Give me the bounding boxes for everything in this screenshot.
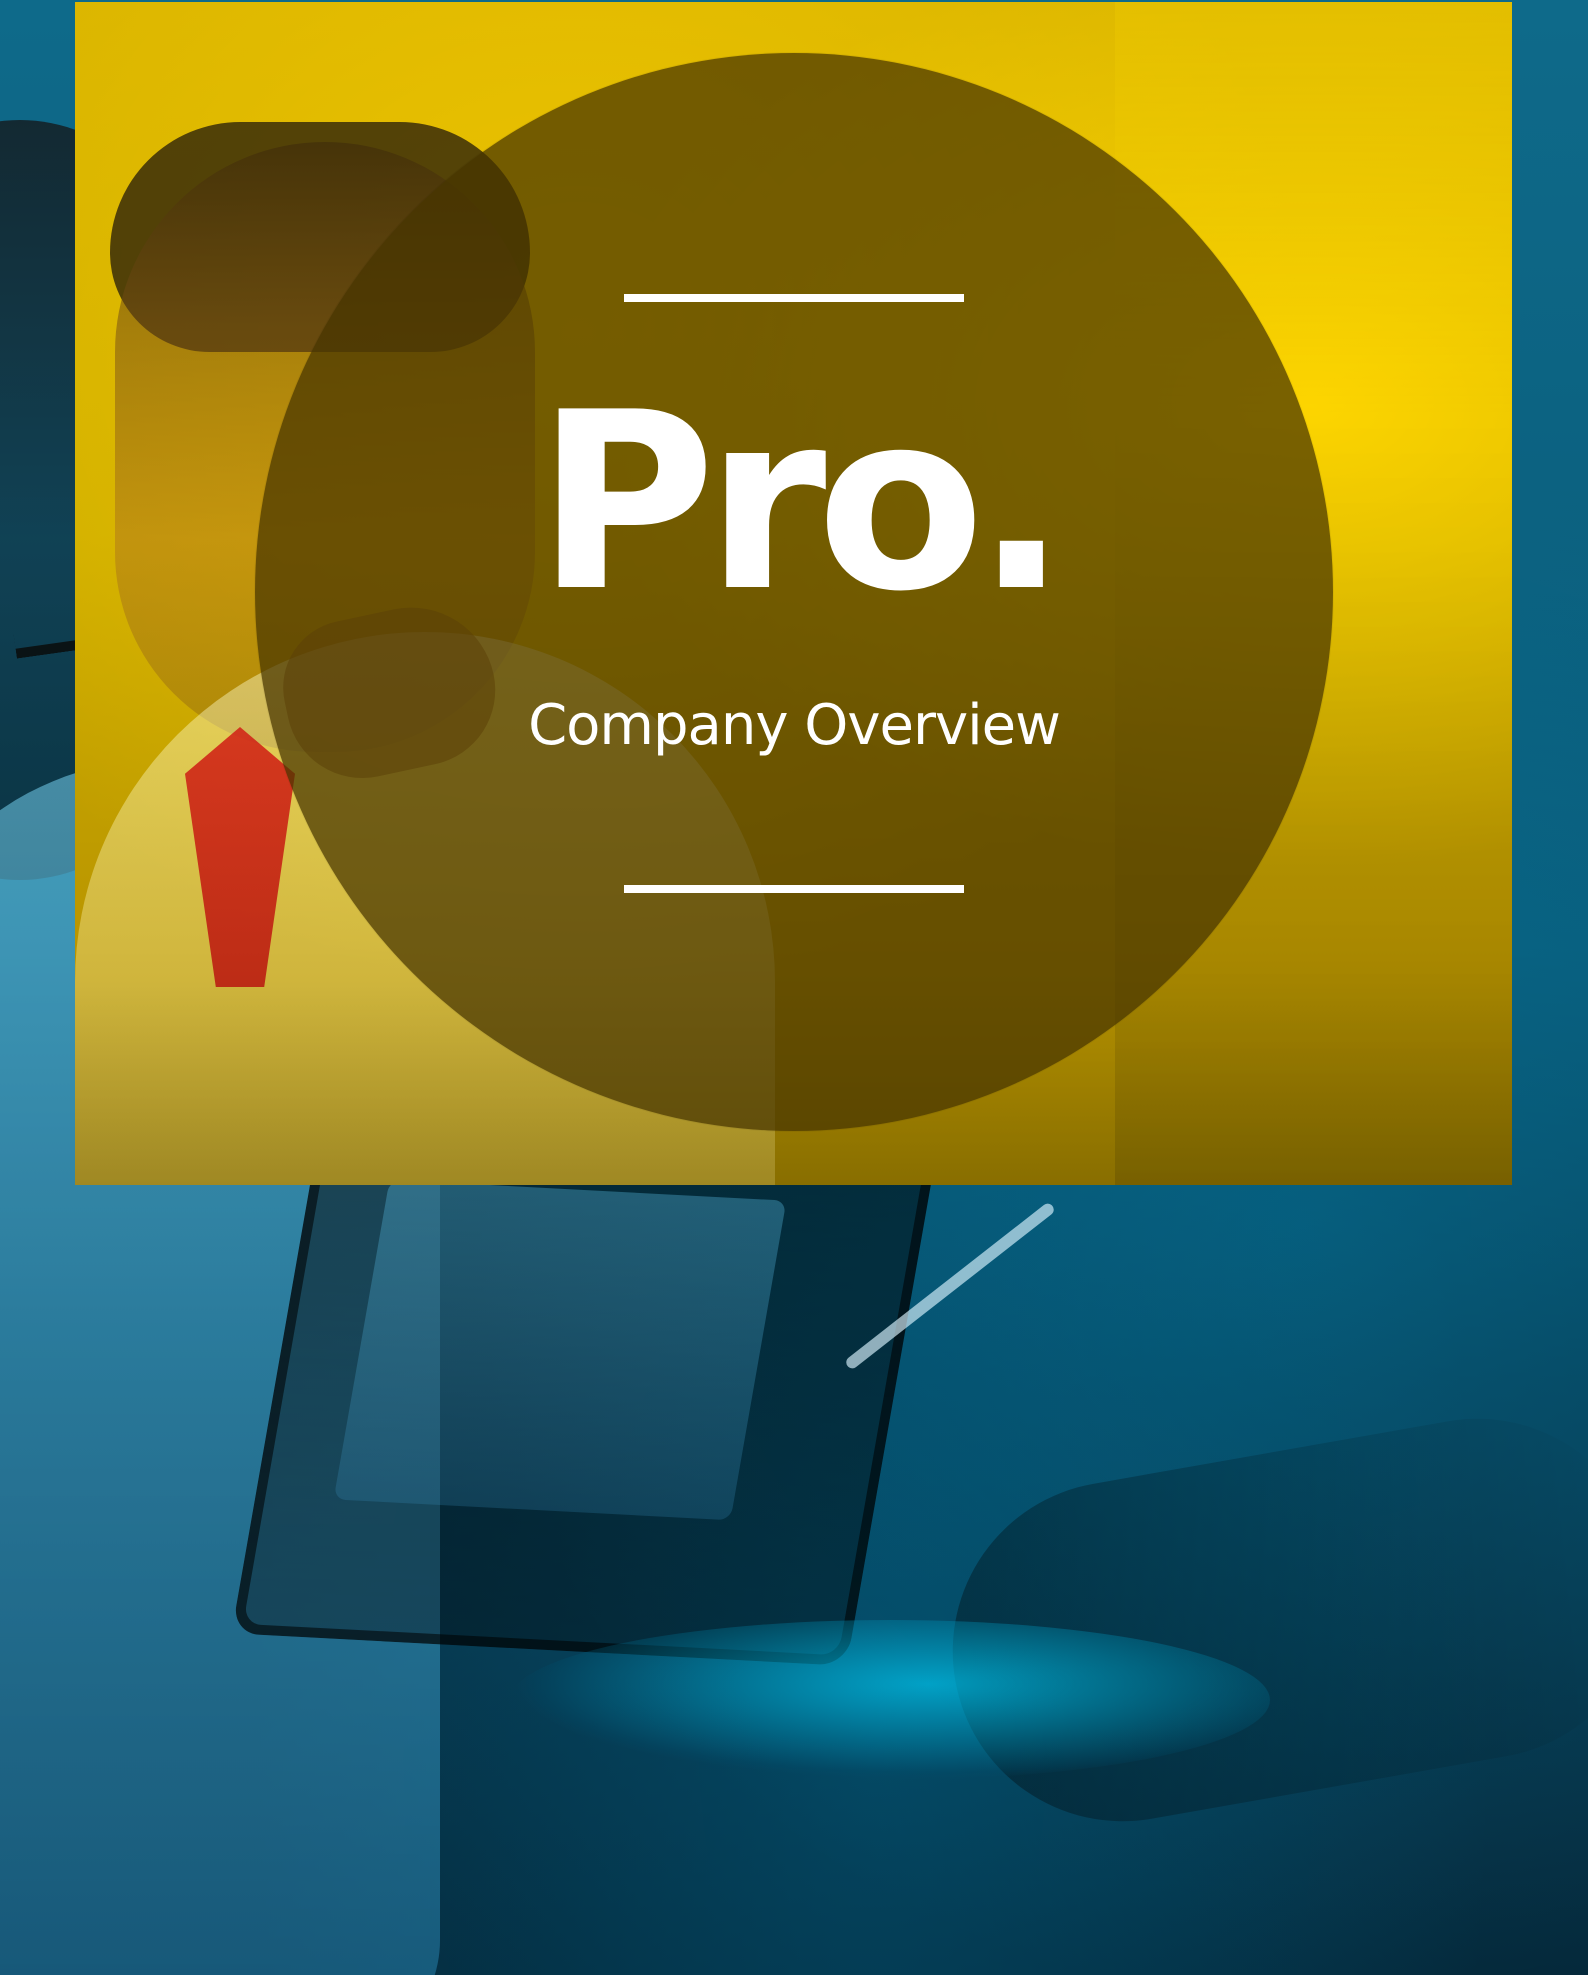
cover-page: Pro. Company Overview [0, 0, 1588, 1975]
table-surface [510, 1620, 1270, 1780]
pen-icon [843, 1201, 1057, 1371]
bottom-divider [624, 885, 964, 893]
right-arm-silhouette [925, 1391, 1588, 1849]
laptop-screen [333, 1179, 787, 1521]
top-divider [624, 294, 964, 302]
cover-subtitle: Company Overview [528, 693, 1061, 758]
cover-title: Pro. [536, 360, 1068, 645]
